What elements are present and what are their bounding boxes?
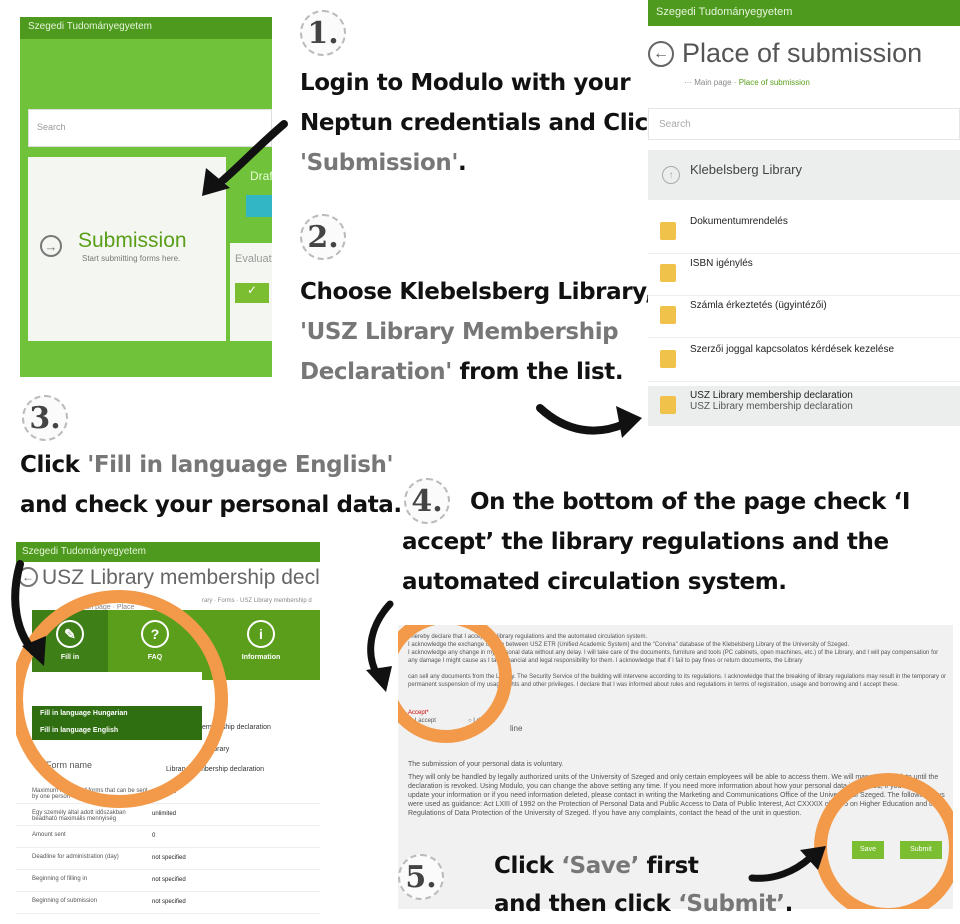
list-item-title: USZ Library membership declaration [690, 390, 853, 401]
step-5-line-1: Click ‘Save’ first [494, 846, 699, 886]
document-icon [660, 306, 676, 324]
evaluated-label: Evaluated [235, 253, 272, 265]
step-4-line-1: On the bottom of the page check ‘I [470, 489, 911, 515]
voluntary-text: The submission of your personal data is … [408, 761, 564, 768]
document-icon [660, 222, 676, 240]
step-2-line-2: 'USZ Library Membership [300, 319, 619, 345]
step-3-line-2: and check your personal data. [20, 492, 402, 518]
crumb-separator: · [731, 78, 739, 87]
info-icon: i [247, 620, 275, 648]
step-number-4: 4. [404, 478, 450, 524]
row-key: Amount sent [32, 832, 66, 838]
row-value: 0 [152, 833, 156, 839]
library-name: Klebelsberg Library [690, 162, 803, 177]
step-2-line-1: Choose Klebelsberg Library, [300, 279, 654, 305]
curved-arrow-icon [366, 600, 394, 692]
step-5-save: ‘Save’ [561, 853, 639, 879]
library-row[interactable]: ↑ Klebelsberg Library [648, 150, 960, 200]
page-title-text: USZ Library membership decla [42, 566, 320, 589]
screenshot-place-of-submission: Szegedi Tudományegyetem ← Place of submis… [648, 0, 960, 428]
row-value: not specified [152, 899, 186, 905]
step-3-line-1: Click 'Fill in language English' [20, 445, 402, 485]
list-item[interactable]: ISBN igénylés [648, 254, 960, 296]
search-input[interactable]: Search [648, 108, 960, 140]
row-value: not specified [152, 855, 186, 861]
table-row: Amount sent 0 [16, 826, 320, 848]
screenshot-membership-form: Szegedi Tudományegyetem ← USZ Library mem… [16, 542, 320, 921]
row-key: Beginning of submission [32, 898, 98, 904]
highlight-circle [398, 625, 512, 743]
step-number-1: 1. [300, 10, 346, 56]
step-1-highlight: 'Submission' [300, 150, 458, 176]
up-arrow-icon: ↑ [662, 166, 680, 184]
arrow-right-icon: → [40, 235, 62, 257]
table-row: Deadline for administration (day) not spe… [16, 848, 320, 870]
curved-arrow-icon [536, 404, 642, 438]
step-5-submit: ‘Submit’ [678, 891, 785, 917]
submission-title: Submission [78, 229, 187, 252]
list-item[interactable]: Számla érkeztetés (ügyintézői) [648, 296, 960, 338]
list-item[interactable]: Szerzői joggal kapcsolatos kérdések keze… [648, 340, 960, 382]
step-5-period: . [784, 891, 794, 917]
list-item-label: Dokumentumrendelés [690, 216, 788, 227]
crumb-current: Place of submission [738, 78, 810, 87]
step-1-text: Login to Modulo with your Neptun credent… [300, 63, 663, 183]
check-icon: ✓ [235, 283, 269, 303]
table-row: Beginning of submission not specified [16, 892, 320, 914]
list-item-selected[interactable]: USZ Library membership declaration USZ L… [648, 386, 960, 426]
row-key: Deadline for administration (day) [32, 854, 119, 860]
step-4-line-3: automated circulation system. [402, 569, 787, 595]
step-3-click: Click [20, 452, 88, 478]
step-5-first: first [638, 853, 699, 879]
curved-arrow-icon [11, 560, 46, 666]
step-number-2: 2. [300, 214, 346, 260]
document-icon [660, 264, 676, 282]
list-item-subtitle: USZ Library membership declaration [690, 401, 853, 412]
page-title: ← USZ Library membership decla [18, 566, 320, 590]
page-title: ← Place of submission [648, 38, 922, 69]
university-header: Szegedi Tudományegyetem [16, 542, 320, 562]
row-key: Egy személy által adott időszakban beadh… [32, 810, 126, 822]
university-header: Szegedi Tudományegyetem [648, 0, 960, 26]
document-icon [660, 350, 676, 368]
back-arrow-icon[interactable]: ← [648, 41, 674, 67]
table-row: Beginning of filling in not specified [16, 870, 320, 892]
step-2-tail: from the list. [451, 359, 624, 385]
decline-partial-text: line [510, 724, 523, 733]
step-3-highlight: 'Fill in language English' [87, 452, 394, 478]
step-number-3: 3. [22, 395, 68, 441]
list-item[interactable]: Dokumentumrendelés [648, 212, 960, 254]
page-title-text: Place of submission [682, 38, 923, 68]
step-1-line-1: Login to Modulo with your [300, 70, 631, 96]
step-4-line-2: accept’ the library regulations and the [402, 529, 889, 555]
university-header: Szegedi Tudományegyetem [20, 17, 272, 39]
step-1-line-2: Neptun credentials and Click [300, 110, 663, 136]
step-3-text: Click 'Fill in language English' and che… [20, 445, 402, 525]
step-1-period: . [457, 150, 467, 176]
row-value: unlimited [152, 811, 177, 817]
curved-arrow-icon [748, 846, 826, 882]
document-icon [660, 396, 676, 414]
step-2-text: Choose Klebelsberg Library, 'USZ Library… [300, 272, 654, 392]
row-key: Beginning of filling in [32, 876, 88, 882]
step-1-line-3: 'Submission'. [300, 143, 663, 183]
step-2-highlight: Declaration' [300, 359, 452, 385]
breadcrumb: ··· Main page · Place of submission [684, 78, 810, 87]
crumb-main-page[interactable]: Main page [694, 78, 731, 87]
table-row: Egy személy által adott időszakban beadh… [16, 804, 320, 826]
step-number-5: 5. [398, 854, 444, 900]
step-2-line-3: Declaration' from the list. [300, 352, 653, 392]
curved-arrow-icon [202, 120, 288, 196]
step-5-click: Click [494, 853, 562, 879]
breadcrumb-tail: rary · Forms · USZ Library membership d [202, 598, 312, 604]
row-value: not specified [152, 877, 186, 883]
evaluated-tile[interactable]: Evaluated ✓ [230, 243, 272, 341]
step-5-line-2: and then click ‘Submit’. [494, 884, 793, 924]
information-label: Information [241, 654, 281, 661]
list-item-label: Számla érkeztetés (ügyintézői) [690, 300, 827, 311]
list-item-label: Szerzői joggal kapcsolatos kérdések keze… [690, 344, 894, 355]
step-5-then: and then click [494, 891, 679, 917]
list-item-label: ISBN igénylés [690, 258, 753, 269]
submission-subtitle: Start submitting forms here. [82, 254, 181, 263]
